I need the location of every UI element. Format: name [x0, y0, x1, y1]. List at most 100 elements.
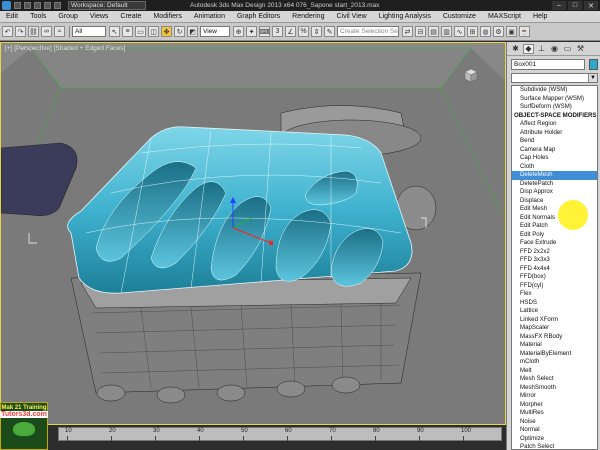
- list-item[interactable]: Disp Approx: [512, 188, 597, 197]
- rect-region-icon[interactable]: ▭: [135, 26, 146, 37]
- list-item[interactable]: MultiRes: [512, 409, 597, 418]
- list-item[interactable]: Morpher: [512, 401, 597, 410]
- pivot-center-icon[interactable]: ⊕: [233, 26, 244, 37]
- workspace-dropdown[interactable]: Workspace: Default: [68, 1, 146, 10]
- viewcube-icon[interactable]: [461, 65, 481, 85]
- menu-animation[interactable]: Animation: [188, 13, 231, 20]
- render-production-icon[interactable]: ☕: [519, 26, 530, 37]
- keyboard-shortcut-icon[interactable]: ⌨: [259, 26, 270, 37]
- modify-tab-icon[interactable]: ◆: [523, 43, 534, 54]
- app-logo-icon[interactable]: [2, 1, 11, 10]
- redo-button[interactable]: ↷: [15, 26, 26, 37]
- render-setup-icon[interactable]: ⚙: [493, 26, 504, 37]
- object-color-swatch[interactable]: [589, 59, 598, 70]
- list-item[interactable]: Melt: [512, 367, 597, 376]
- select-by-name-icon[interactable]: ≡: [122, 26, 133, 37]
- menu-rendering[interactable]: Rendering: [286, 13, 330, 20]
- list-item[interactable]: Normal: [512, 426, 597, 435]
- menu-views[interactable]: Views: [84, 13, 115, 20]
- list-item[interactable]: Mirror: [512, 392, 597, 401]
- menu-lighting-analysis[interactable]: Lighting Analysis: [373, 13, 437, 20]
- graphite-ribbon-icon[interactable]: ▥: [441, 26, 452, 37]
- menu-modifiers[interactable]: Modifiers: [147, 13, 187, 20]
- list-item[interactable]: MapScaler: [512, 324, 597, 333]
- list-item[interactable]: FFD 4x4x4: [512, 265, 597, 274]
- select-manipulate-icon[interactable]: ✦: [246, 26, 257, 37]
- menu-customize[interactable]: Customize: [437, 13, 482, 20]
- list-item[interactable]: FFD(cyl): [512, 282, 597, 291]
- menu-civil-view[interactable]: Civil View: [330, 13, 372, 20]
- list-item[interactable]: Lattice: [512, 307, 597, 316]
- modifier-list[interactable]: Subdivide (WSM) Surface Mapper (WSM) Sur…: [511, 85, 598, 450]
- align-icon[interactable]: ⊟: [415, 26, 426, 37]
- list-item[interactable]: Mesh Select: [512, 375, 597, 384]
- modifier-list-dropdown[interactable]: ▼: [511, 73, 598, 83]
- open-file-icon[interactable]: [24, 2, 31, 9]
- list-item[interactable]: DeleteMesh: [512, 171, 597, 180]
- snaps-toggle-icon[interactable]: 3: [272, 26, 283, 37]
- curve-editor-icon[interactable]: ∿: [454, 26, 465, 37]
- menu-create[interactable]: Create: [114, 13, 147, 20]
- list-item[interactable]: MassFX RBody: [512, 333, 597, 342]
- rendered-frame-window-icon[interactable]: ▣: [506, 26, 517, 37]
- list-item[interactable]: HSDS: [512, 299, 597, 308]
- menu-edit[interactable]: Edit: [0, 13, 24, 20]
- list-item[interactable]: Flex: [512, 290, 597, 299]
- menu-help[interactable]: Help: [527, 13, 553, 20]
- list-item[interactable]: Bend: [512, 137, 597, 146]
- list-item[interactable]: Material: [512, 341, 597, 350]
- layer-manager-icon[interactable]: ▤: [428, 26, 439, 37]
- list-item[interactable]: Noise: [512, 418, 597, 427]
- list-item[interactable]: FFD 3x3x3: [512, 256, 597, 265]
- motion-tab-icon[interactable]: ◉: [549, 44, 560, 54]
- list-item[interactable]: Optimize: [512, 435, 597, 444]
- list-item[interactable]: Patch Select: [512, 443, 597, 449]
- angle-snap-icon[interactable]: ∠: [285, 26, 296, 37]
- display-tab-icon[interactable]: ▭: [562, 44, 573, 54]
- menu-group[interactable]: Group: [52, 13, 83, 20]
- menu-maxscript[interactable]: MAXScript: [482, 13, 527, 20]
- list-item[interactable]: Subdivide (WSM): [512, 86, 597, 95]
- hierarchy-tab-icon[interactable]: ⊥: [536, 44, 547, 54]
- list-item[interactable]: DeletePatch: [512, 180, 597, 189]
- list-item[interactable]: Face Extrude: [512, 239, 597, 248]
- chevron-down-icon[interactable]: ▼: [588, 74, 597, 82]
- reference-coordinate-dropdown[interactable]: View: [200, 26, 230, 37]
- viewport-label[interactable]: [+] [Perspective] [Shaded + Edged Faces]: [5, 45, 125, 52]
- schematic-view-icon[interactable]: ⊞: [467, 26, 478, 37]
- select-scale-icon[interactable]: ◩: [187, 26, 198, 37]
- timeline-ruler[interactable]: 10 20 30 40 50 60 70 80 90 100: [58, 427, 502, 441]
- list-item[interactable]: Affect Region: [512, 120, 597, 129]
- selection-filter-dropdown[interactable]: All: [72, 26, 106, 37]
- undo-button[interactable]: ↶: [2, 26, 13, 37]
- list-item[interactable]: FFD 2x2x2: [512, 248, 597, 257]
- utilities-tab-icon[interactable]: ⚒: [575, 44, 586, 54]
- list-item[interactable]: Attribute Holder: [512, 129, 597, 138]
- list-item[interactable]: Surface Mapper (WSM): [512, 95, 597, 104]
- select-rotate-icon[interactable]: ↻: [174, 26, 185, 37]
- list-item[interactable]: Cap Holes: [512, 154, 597, 163]
- link-icon[interactable]: ⛓: [28, 26, 39, 37]
- create-tab-icon[interactable]: ✱: [510, 44, 521, 54]
- edit-named-selection-icon[interactable]: ✎: [324, 26, 335, 37]
- new-file-icon[interactable]: [14, 2, 21, 9]
- minimize-button[interactable]: –: [552, 1, 566, 10]
- menu-graph-editors[interactable]: Graph Editors: [231, 13, 286, 20]
- select-object-icon[interactable]: ↖: [109, 26, 120, 37]
- object-name-field[interactable]: Box001: [511, 59, 585, 70]
- perspective-viewport[interactable]: [+] [Perspective] [Shaded + Edged Faces]: [0, 42, 506, 425]
- time-slider-track[interactable]: 10 20 30 40 50 60 70 80 90 100: [0, 425, 506, 450]
- select-move-icon[interactable]: ✥: [161, 26, 172, 37]
- undo-icon[interactable]: [44, 2, 51, 9]
- close-button[interactable]: ✕: [584, 1, 598, 10]
- unlink-icon[interactable]: ∞: [41, 26, 52, 37]
- list-item[interactable]: FFD(box): [512, 273, 597, 282]
- list-item[interactable]: Camera Map: [512, 146, 597, 155]
- list-item[interactable]: Cloth: [512, 163, 597, 172]
- named-selection-sets-dropdown[interactable]: Create Selection Se: [337, 26, 399, 37]
- list-item[interactable]: Linked XForm: [512, 316, 597, 325]
- window-crossing-icon[interactable]: ◫: [148, 26, 159, 37]
- material-editor-icon[interactable]: ◍: [480, 26, 491, 37]
- menu-tools[interactable]: Tools: [24, 13, 52, 20]
- spinner-snap-icon[interactable]: ⇕: [311, 26, 322, 37]
